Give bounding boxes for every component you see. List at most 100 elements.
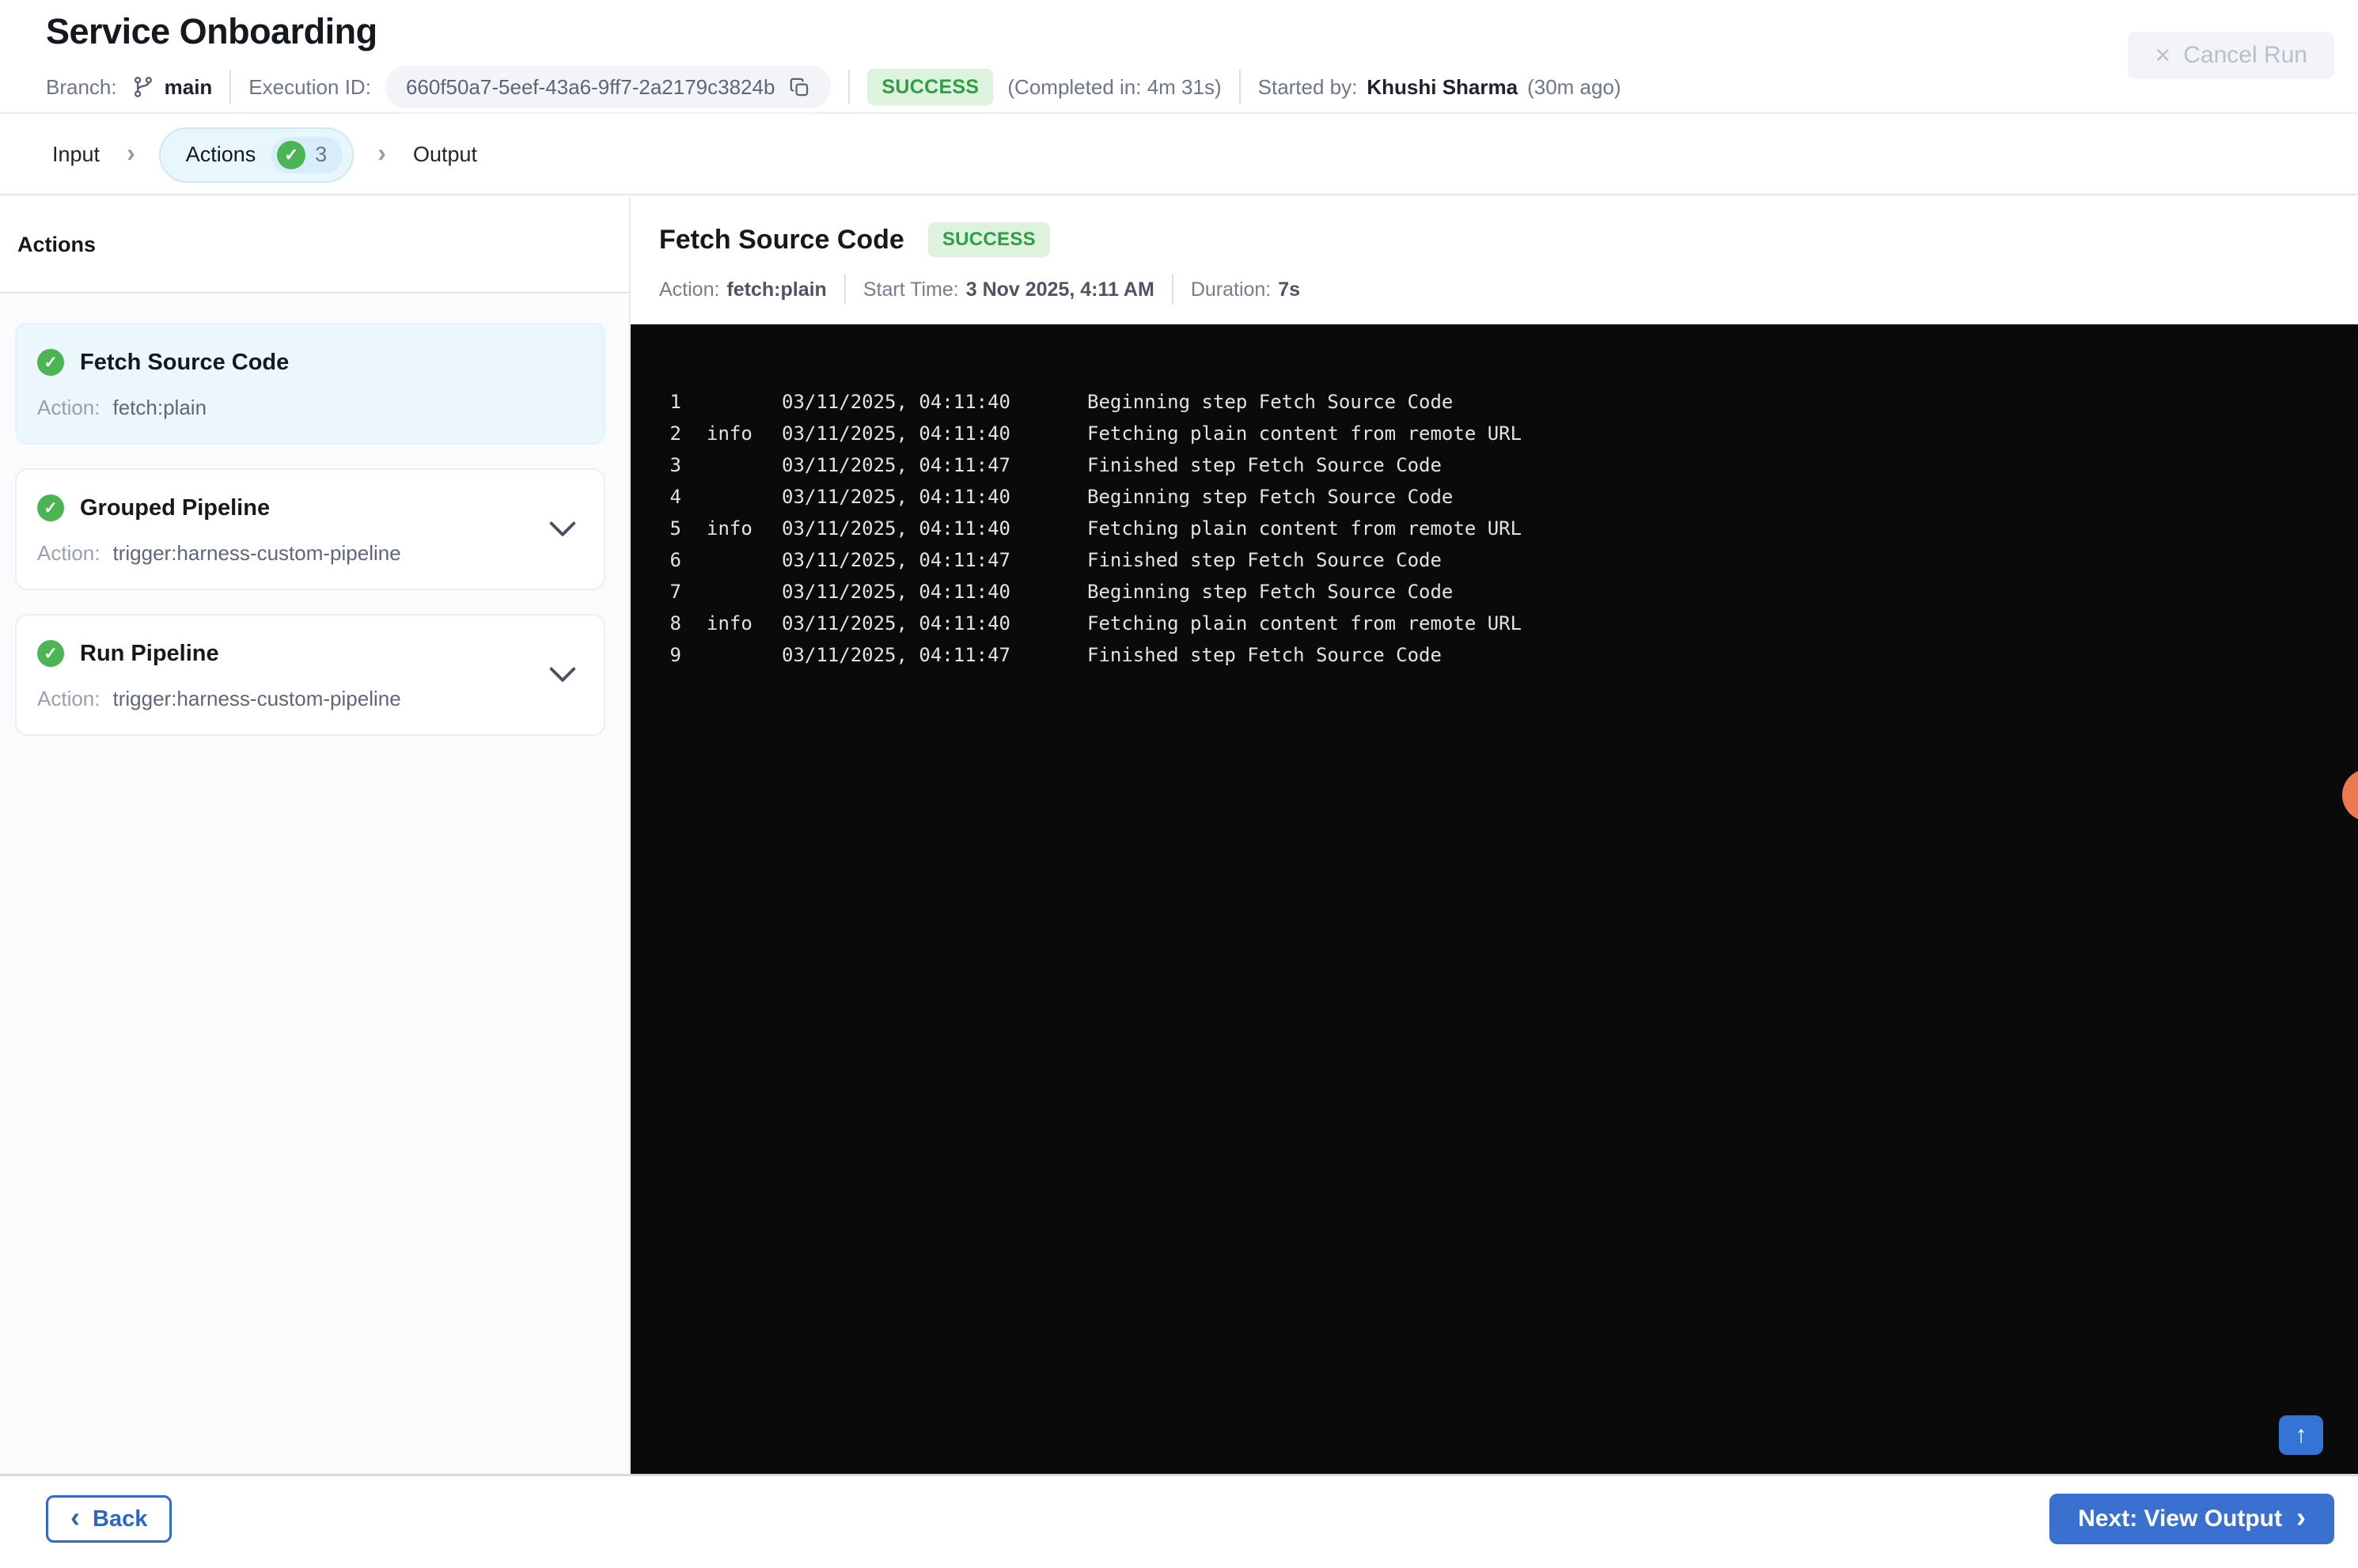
action-detail-header: Fetch Source Code SUCCESS Action: fetch:… xyxy=(632,197,2358,324)
log-message: Fetching plain content from remote URL xyxy=(1087,517,1522,540)
chevron-left-icon: ‹ xyxy=(70,1501,80,1533)
step-tabbar: Input › Actions ✓ 3 › Output xyxy=(0,116,2358,195)
action-value: trigger:harness-custom-pipeline xyxy=(112,541,401,565)
arrow-up-icon: ↑ xyxy=(2295,1422,2307,1448)
action-label: Action: xyxy=(37,687,100,710)
detail-title: Fetch Source Code xyxy=(659,224,904,255)
log-line: 4 03/11/2025, 04:11:40 Beginning step Fe… xyxy=(631,481,2358,513)
divider xyxy=(1171,275,1173,305)
log-level: info xyxy=(707,612,753,634)
card-title-row: ✓ Grouped Pipeline xyxy=(37,494,580,522)
card-title: Grouped Pipeline xyxy=(80,494,271,521)
log-level: info xyxy=(707,422,753,445)
log-message: Fetching plain content from remote URL xyxy=(1087,612,1522,634)
log-line: 6 03/11/2025, 04:11:47 Finished step Fet… xyxy=(631,544,2358,576)
log-timestamp: 03/11/2025, 04:11:40 xyxy=(782,422,1010,445)
log-line-number: 8 xyxy=(669,612,681,634)
action-label: Action: xyxy=(37,541,100,565)
detail-duration-label: Duration: xyxy=(1190,278,1272,301)
log-line-number: 4 xyxy=(669,486,681,508)
detail-duration-value: 7s xyxy=(1278,278,1301,301)
page-title: Service Onboarding xyxy=(46,11,377,51)
log-timestamp: 03/11/2025, 04:11:40 xyxy=(782,391,1010,413)
log-terminal[interactable]: 1 03/11/2025, 04:11:40 Beginning step Fe… xyxy=(631,324,2358,1474)
log-message: Beginning step Fetch Source Code xyxy=(1087,581,1454,603)
card-action-row: Action: trigger:harness-custom-pipeline xyxy=(37,541,580,565)
action-card-grouped-pipeline[interactable]: ✓ Grouped Pipeline Action: trigger:harnes… xyxy=(15,468,605,590)
completed-in-text: (Completed in: 4m 31s) xyxy=(1007,74,1222,99)
action-label: Action: xyxy=(37,396,100,419)
log-line: 7 03/11/2025, 04:11:40 Beginning step Fe… xyxy=(631,576,2358,608)
log-message: Beginning step Fetch Source Code xyxy=(1087,391,1454,413)
log-timestamp: 03/11/2025, 04:11:40 xyxy=(782,486,1010,508)
page-header: Service Onboarding Branch: main Executio… xyxy=(0,0,2358,114)
log-line-number: 7 xyxy=(669,581,681,603)
branch-value: main xyxy=(164,74,213,99)
next-label: Next: View Output xyxy=(2078,1506,2282,1532)
action-card-list: ✓ Fetch Source Code Action: fetch:plain ✓… xyxy=(0,294,629,736)
sidebar-heading: Actions xyxy=(0,197,629,294)
action-card-fetch-source-code[interactable]: ✓ Fetch Source Code Action: fetch:plain xyxy=(15,323,605,445)
copy-icon[interactable] xyxy=(789,77,810,98)
started-ago-text: (30m ago) xyxy=(1527,74,1621,99)
cancel-run-button[interactable]: × Cancel Run xyxy=(2128,32,2334,79)
execution-meta-bar: Branch: main Execution ID: 660f50a7-5eef… xyxy=(46,66,1621,108)
close-icon: × xyxy=(2155,40,2171,70)
chevron-right-icon: › xyxy=(377,138,386,167)
divider xyxy=(848,70,851,104)
log-line: 1 03/11/2025, 04:11:40 Beginning step Fe… xyxy=(631,386,2358,418)
action-value: trigger:harness-custom-pipeline xyxy=(112,687,401,710)
detail-meta-row: Action: fetch:plain Start Time: 3 Nov 20… xyxy=(659,275,2358,305)
action-card-run-pipeline[interactable]: ✓ Run Pipeline Action: trigger:harness-cu… xyxy=(15,614,605,736)
branch-label: Branch: xyxy=(46,74,117,99)
action-value: fetch:plain xyxy=(112,396,207,419)
divider xyxy=(1238,70,1241,104)
tab-output[interactable]: Output xyxy=(410,142,480,167)
log-timestamp: 03/11/2025, 04:11:47 xyxy=(782,454,1010,476)
log-line-number: 3 xyxy=(669,454,681,476)
log-line-number: 9 xyxy=(669,644,681,666)
card-title: Fetch Source Code xyxy=(80,349,290,375)
cancel-run-label: Cancel Run xyxy=(2183,42,2307,68)
log-timestamp: 03/11/2025, 04:11:47 xyxy=(782,644,1010,666)
status-badge: SUCCESS xyxy=(867,69,994,105)
check-circle-icon: ✓ xyxy=(37,349,64,376)
log-line: 9 03/11/2025, 04:11:47 Finished step Fet… xyxy=(631,639,2358,671)
actions-count-badge: ✓ 3 xyxy=(271,136,343,173)
back-button[interactable]: ‹ Back xyxy=(46,1495,172,1543)
next-view-output-button[interactable]: Next: View Output › xyxy=(2049,1494,2334,1544)
tab-actions[interactable]: Actions ✓ 3 xyxy=(158,127,354,183)
detail-title-row: Fetch Source Code SUCCESS xyxy=(659,222,2358,257)
divider xyxy=(843,275,846,305)
log-message: Finished step Fetch Source Code xyxy=(1087,454,1442,476)
log-line-number: 2 xyxy=(669,422,681,445)
chevron-down-icon[interactable] xyxy=(548,521,577,538)
chevron-right-icon: › xyxy=(2296,1501,2306,1533)
card-title-row: ✓ Fetch Source Code xyxy=(37,348,580,377)
log-timestamp: 03/11/2025, 04:11:40 xyxy=(782,612,1010,634)
scroll-to-top-button[interactable]: ↑ xyxy=(2279,1415,2323,1455)
tab-actions-label: Actions xyxy=(185,142,256,166)
log-level: info xyxy=(707,517,753,540)
log-line: 5 info 03/11/2025, 04:11:40 Fetching pla… xyxy=(631,513,2358,544)
log-timestamp: 03/11/2025, 04:11:40 xyxy=(782,517,1010,540)
tab-input[interactable]: Input xyxy=(49,142,103,167)
divider xyxy=(229,70,232,104)
log-timestamp: 03/11/2025, 04:11:40 xyxy=(782,581,1010,603)
log-line: 8 info 03/11/2025, 04:11:40 Fetching pla… xyxy=(631,608,2358,639)
card-title: Run Pipeline xyxy=(80,640,219,666)
chevron-down-icon[interactable] xyxy=(548,666,577,684)
started-by-label: Started by: xyxy=(1257,74,1358,99)
started-by-value: Khushi Sharma xyxy=(1367,74,1518,99)
log-line: 3 03/11/2025, 04:11:47 Finished step Fet… xyxy=(631,449,2358,481)
execution-id-value: 660f50a7-5eef-43a6-9ff7-2a2179c3824b xyxy=(405,74,775,99)
actions-sidebar: Actions ✓ Fetch Source Code Action: fetch… xyxy=(0,197,631,1474)
card-action-row: Action: trigger:harness-custom-pipeline xyxy=(37,687,580,710)
log-message: Finished step Fetch Source Code xyxy=(1087,549,1442,571)
log-line: 2 info 03/11/2025, 04:11:40 Fetching pla… xyxy=(631,418,2358,449)
detail-action-value: fetch:plain xyxy=(726,278,827,301)
back-label: Back xyxy=(93,1506,148,1532)
execution-id-pill: 660f50a7-5eef-43a6-9ff7-2a2179c3824b xyxy=(385,66,832,108)
log-line-number: 1 xyxy=(669,391,681,413)
execution-id-label: Execution ID: xyxy=(248,74,371,99)
